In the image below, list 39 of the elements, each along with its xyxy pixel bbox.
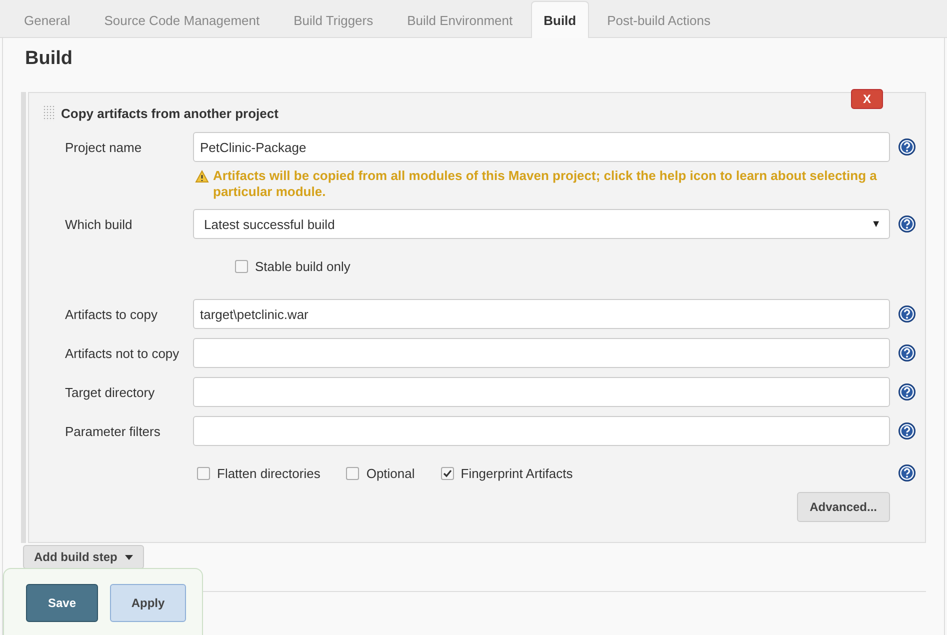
field-label: Artifacts to copy <box>65 306 158 322</box>
section-title: Build <box>25 48 74 70</box>
help-icon[interactable] <box>898 422 916 440</box>
field-label: Project name <box>65 140 143 154</box>
build-dropdown[interactable]: Latest successful build ▼ <box>193 209 890 239</box>
tab[interactable]: Build <box>530 1 590 38</box>
checkbox[interactable] <box>197 466 210 480</box>
text-field[interactable] <box>193 377 890 407</box>
text-field[interactable]: PetClinic-Package <box>193 132 890 162</box>
field-label: Target directory <box>65 384 156 400</box>
text-field[interactable]: target\petclinic.war <box>193 299 890 329</box>
field-label: Parameter filters <box>65 424 162 438</box>
checkbox-label: Fingerprint Artifacts <box>460 466 573 480</box>
apply-button[interactable]: Apply <box>110 584 186 622</box>
warning-message: Artifacts will be copied from all modules of this Maven project; click the help icon to learn about selecting a particular module. <box>213 168 878 200</box>
drag-handle-icon[interactable] <box>43 105 55 121</box>
build-step-title: Copy artifacts from another project <box>61 106 278 120</box>
field-label: Which build <box>65 216 134 232</box>
help-icon[interactable] <box>898 138 916 156</box>
advanced-button[interactable]: Advanced... <box>796 492 890 522</box>
checkbox-label: Optional <box>366 466 415 480</box>
checkbox[interactable] <box>440 466 454 480</box>
checkbox[interactable] <box>346 466 360 480</box>
help-icon[interactable] <box>898 464 916 482</box>
checkbox-label: Flatten directories <box>217 466 320 480</box>
checkbox-label: Stable build only <box>255 259 350 274</box>
help-icon[interactable] <box>898 305 916 323</box>
warning-icon <box>195 170 209 183</box>
field-label: Artifacts not to copy <box>65 346 180 360</box>
help-icon[interactable] <box>898 215 916 233</box>
text-field[interactable] <box>193 416 890 446</box>
help-icon[interactable] <box>898 383 916 401</box>
checkbox[interactable] <box>235 260 248 273</box>
delete-button[interactable]: X <box>851 89 883 109</box>
text-field[interactable] <box>193 338 890 368</box>
save-button[interactable]: Save <box>26 584 98 622</box>
help-icon[interactable] <box>898 344 916 362</box>
add-build-step-button[interactable]: Add build step <box>23 545 144 569</box>
caret-icon <box>125 554 134 560</box>
